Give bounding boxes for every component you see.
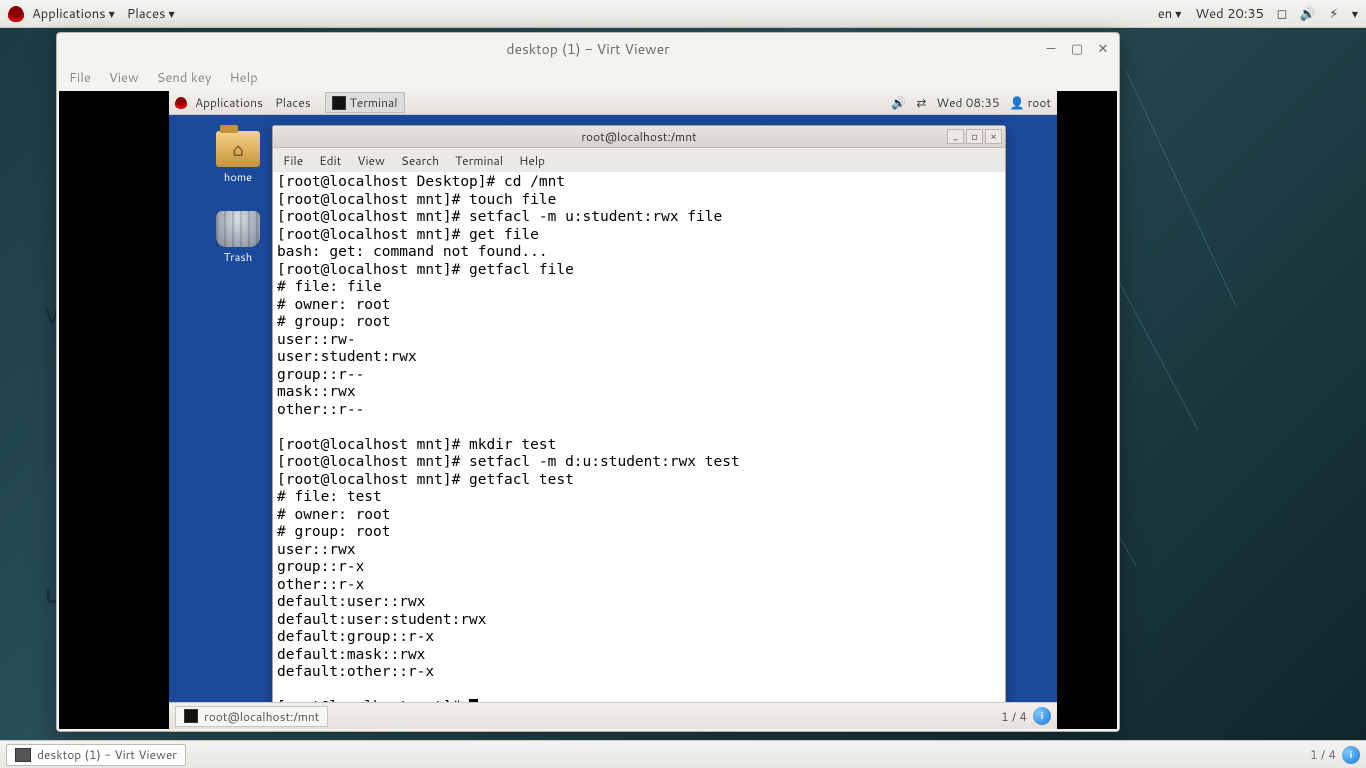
host-clock[interactable]: Wed 20:35 (1195, 5, 1263, 23)
chevron-down-icon: ▼ (168, 8, 174, 20)
close-button[interactable]: × (985, 129, 1002, 144)
window-title: desktop (1) - Virt Viewer (506, 39, 669, 59)
guest-applications-menu[interactable]: Applications (191, 94, 267, 111)
guest-letterbox-left (59, 91, 169, 729)
accessibility-icon[interactable]: ◻ (1274, 6, 1290, 22)
minimize-button[interactable]: _ (947, 129, 964, 144)
menu-terminal[interactable]: Terminal (455, 152, 503, 169)
desktop-icon-trash[interactable]: Trash (211, 211, 265, 265)
host-bottom-panel: desktop (1) - Virt Viewer 1 / 4 i (0, 740, 1366, 768)
redhat-logo-icon (175, 97, 187, 109)
workspace-switcher-icon[interactable]: i (1342, 746, 1360, 764)
network-icon[interactable]: ⇄ (916, 94, 926, 111)
trash-icon (216, 211, 260, 247)
guest-top-panel: Applications Places Terminal 🔊 ⇄ Wed 08:… (169, 91, 1057, 115)
host-applications-menu[interactable]: Applications ▼ (28, 5, 119, 23)
guest-places-menu[interactable]: Places (271, 94, 315, 111)
virt-viewer-window: desktop (1) - Virt Viewer — ▢ ✕ File Vie… (56, 32, 1120, 732)
task-label: root@localhost:/mnt (204, 708, 319, 725)
terminal-icon (184, 709, 198, 723)
chevron-down-icon: ▼ (1352, 8, 1358, 20)
menu-label: Applications (195, 94, 263, 111)
menu-edit[interactable]: Edit (319, 152, 341, 169)
chevron-down-icon: ▼ (1175, 8, 1181, 20)
wallpaper-line (1126, 70, 1237, 306)
menu-file[interactable]: File (69, 69, 91, 87)
host-places-menu[interactable]: Places ▼ (123, 5, 179, 23)
folder-icon: ⌂ (216, 131, 260, 167)
menu-help[interactable]: Help (229, 69, 257, 87)
menu-help[interactable]: Help (519, 152, 545, 169)
user-label: root (1028, 94, 1051, 111)
menu-search[interactable]: Search (401, 152, 439, 169)
terminal-output[interactable]: [root@localhost Desktop]# cd /mnt [root@… (273, 172, 1005, 709)
icon-label: home (211, 169, 265, 185)
close-button[interactable]: ✕ (1093, 39, 1113, 59)
terminal-text: [root@localhost Desktop]# cd /mnt [root@… (277, 174, 740, 709)
terminal-window: root@localhost:/mnt _ ▫ × File Edit View… (272, 125, 1006, 710)
battery-icon[interactable]: ⚡ (1326, 6, 1342, 22)
task-label: desktop (1) - Virt Viewer (37, 746, 177, 763)
terminal-menubar: File Edit View Search Terminal Help (273, 148, 1005, 172)
menu-label: Places (127, 5, 166, 23)
virt-viewer-titlebar[interactable]: desktop (1) - Virt Viewer — ▢ ✕ (57, 33, 1119, 65)
guest-display[interactable]: Applications Places Terminal 🔊 ⇄ Wed 08:… (59, 91, 1117, 729)
minimize-button[interactable]: — (1041, 39, 1061, 59)
lang-label: en (1158, 5, 1172, 23)
menu-view[interactable]: View (109, 69, 139, 87)
terminal-icon (332, 96, 346, 110)
menu-file[interactable]: File (283, 152, 303, 169)
guest-clock[interactable]: Wed 08:35 (936, 94, 999, 111)
workspace-indicator: 1 / 4 (1001, 708, 1027, 725)
volume-icon[interactable]: 🔊 (1300, 6, 1316, 22)
guest-terminal-launcher[interactable]: Terminal (325, 92, 405, 113)
volume-icon[interactable]: 🔊 (891, 94, 906, 111)
desktop-icon-home[interactable]: ⌂ home (211, 131, 265, 185)
menu-sendkey[interactable]: Send key (157, 69, 212, 87)
terminal-titlebar[interactable]: root@localhost:/mnt _ ▫ × (273, 126, 1005, 148)
host-top-panel: Applications ▼ Places ▼ en ▼ Wed 20:35 ◻… (0, 0, 1366, 28)
workspace-indicator: 1 / 4 (1310, 746, 1336, 763)
window-title: root@localhost:/mnt (581, 128, 696, 145)
home-icon: ⌂ (216, 131, 260, 167)
host-task-button[interactable]: desktop (1) - Virt Viewer (6, 744, 186, 766)
user-icon: 👤 (1010, 94, 1025, 111)
guest-letterbox-right (1057, 91, 1117, 729)
workspace-switcher-icon[interactable]: i (1033, 707, 1051, 725)
guest-user-menu[interactable]: 👤 root (1010, 94, 1051, 111)
menu-label: Places (275, 94, 311, 111)
menu-label: Applications (32, 5, 106, 23)
redhat-logo-icon (8, 6, 24, 22)
maximize-button[interactable]: ▢ (1067, 39, 1087, 59)
virt-viewer-menubar: File View Send key Help (57, 65, 1119, 91)
launcher-label: Terminal (350, 94, 398, 111)
maximize-button[interactable]: ▫ (966, 129, 983, 144)
guest-task-button[interactable]: root@localhost:/mnt (175, 706, 328, 727)
icon-label: Trash (211, 249, 265, 265)
guest-bottom-panel: root@localhost:/mnt 1 / 4 i (169, 702, 1057, 729)
chevron-down-icon: ▼ (109, 8, 115, 20)
menu-view[interactable]: View (357, 152, 385, 169)
window-icon (15, 748, 31, 762)
host-lang-menu[interactable]: en ▼ (1154, 5, 1186, 23)
